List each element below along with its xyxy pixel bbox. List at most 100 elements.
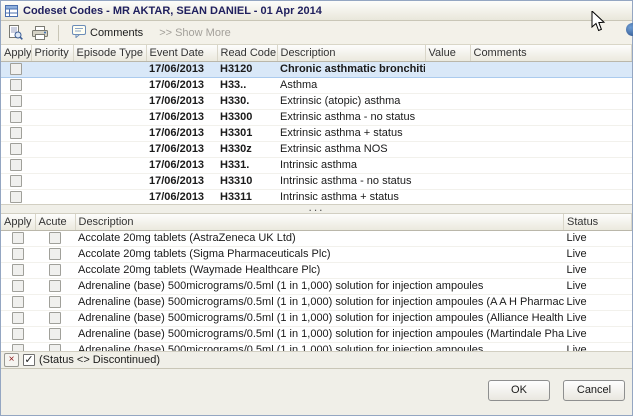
apply-checkbox[interactable] (12, 280, 24, 292)
codes-header-row: Apply Priority Episode Type Event Date R… (1, 45, 632, 61)
status-cell: Live (564, 230, 632, 246)
event-date-cell: 17/06/2013 (146, 77, 217, 93)
apply-checkbox[interactable] (12, 264, 24, 276)
table-row[interactable]: 17/06/2013 H3310 Intrinsic asthma - no s… (1, 173, 632, 189)
col-header-read-code[interactable]: Read Code (217, 45, 277, 61)
description-cell: Accolate 20mg tablets (Waymade Healthcar… (75, 262, 564, 278)
event-date-cell: 17/06/2013 (146, 141, 217, 157)
apply-checkbox[interactable] (10, 159, 22, 171)
table-row[interactable]: Accolate 20mg tablets (Sigma Pharmaceuti… (1, 246, 632, 262)
acute-checkbox[interactable] (49, 312, 61, 324)
splitter-handle[interactable]: ... (1, 205, 632, 214)
description-cell: Adrenaline (base) 500micrograms/0.5ml (1… (75, 278, 564, 294)
description-cell: Extrinsic asthma NOS (277, 141, 425, 157)
table-row[interactable]: Adrenaline (base) 500micrograms/0.5ml (1… (1, 342, 632, 352)
show-more-link[interactable]: >> Show More (159, 27, 231, 39)
comments-icon (72, 25, 86, 41)
apply-checkbox[interactable] (10, 191, 22, 203)
col-header-comments[interactable]: Comments (470, 45, 632, 61)
table-row[interactable]: 17/06/2013 H3301 Extrinsic asthma + stat… (1, 125, 632, 141)
apply-checkbox[interactable] (12, 232, 24, 244)
codes-grid: Apply Priority Episode Type Event Date R… (1, 45, 632, 205)
read-code-cell: H331. (217, 157, 277, 173)
table-row[interactable]: Adrenaline (base) 500micrograms/0.5ml (1… (1, 310, 632, 326)
event-date-cell: 17/06/2013 (146, 157, 217, 173)
apply-checkbox[interactable] (12, 328, 24, 340)
col-header-priority[interactable]: Priority (31, 45, 73, 61)
description-cell: Extrinsic asthma - no status (277, 109, 425, 125)
apply-checkbox[interactable] (12, 248, 24, 260)
title-bar: Codeset Codes - MR AKTAR, SEAN DANIEL - … (1, 1, 632, 21)
toolbar: Comments >> Show More (1, 21, 632, 45)
codeset-codes-dialog: Codeset Codes - MR AKTAR, SEAN DANIEL - … (0, 0, 633, 416)
preview-icon[interactable] (5, 23, 25, 42)
event-date-cell: 17/06/2013 (146, 109, 217, 125)
cancel-button[interactable]: Cancel (563, 380, 625, 401)
acute-checkbox[interactable] (49, 232, 61, 244)
description-cell: Adrenaline (base) 500micrograms/0.5ml (1… (75, 326, 564, 342)
description-cell: Accolate 20mg tablets (Sigma Pharmaceuti… (75, 246, 564, 262)
filter-checkbox[interactable]: ✓ (23, 354, 35, 366)
read-code-cell: H3300 (217, 109, 277, 125)
description-cell: Adrenaline (base) 500micrograms/0.5ml (1… (75, 342, 564, 352)
apply-checkbox[interactable] (10, 127, 22, 139)
table-row[interactable]: 17/06/2013 H330. Extrinsic (atopic) asth… (1, 93, 632, 109)
apply-checkbox[interactable] (12, 296, 24, 308)
apply-checkbox[interactable] (12, 344, 24, 352)
col-header-acute[interactable]: Acute (35, 214, 75, 230)
col-header-apply[interactable]: Apply (1, 214, 35, 230)
col-header-description[interactable]: Description (75, 214, 564, 230)
apply-checkbox[interactable] (10, 175, 22, 187)
col-header-value[interactable]: Value (425, 45, 470, 61)
acute-checkbox[interactable] (49, 296, 61, 308)
description-cell: Extrinsic (atopic) asthma (277, 93, 425, 109)
event-date-cell: 17/06/2013 (146, 173, 217, 189)
status-cell: Live (564, 342, 632, 352)
col-header-status[interactable]: Status (564, 214, 632, 230)
acute-checkbox[interactable] (49, 280, 61, 292)
apply-checkbox[interactable] (10, 95, 22, 107)
acute-checkbox[interactable] (49, 328, 61, 340)
read-code-cell: H330. (217, 93, 277, 109)
table-row[interactable]: 17/06/2013 H330z Extrinsic asthma NOS (1, 141, 632, 157)
apply-checkbox[interactable] (12, 312, 24, 324)
apply-checkbox[interactable] (10, 143, 22, 155)
event-date-cell: 17/06/2013 (146, 61, 217, 77)
acute-checkbox[interactable] (49, 344, 61, 352)
col-header-event-date[interactable]: Event Date (146, 45, 217, 61)
clear-filter-button[interactable]: × (4, 353, 19, 367)
read-code-cell: H3301 (217, 125, 277, 141)
table-row[interactable]: Adrenaline (base) 500micrograms/0.5ml (1… (1, 278, 632, 294)
table-row[interactable]: Adrenaline (base) 500micrograms/0.5ml (1… (1, 326, 632, 342)
event-date-cell: 17/06/2013 (146, 125, 217, 141)
print-icon[interactable] (30, 23, 50, 42)
table-row[interactable]: 17/06/2013 H33.. Asthma (1, 77, 632, 93)
table-row[interactable]: 17/06/2013 H331. Intrinsic asthma (1, 157, 632, 173)
table-row[interactable]: Accolate 20mg tablets (Waymade Healthcar… (1, 262, 632, 278)
apply-checkbox[interactable] (10, 111, 22, 123)
acute-checkbox[interactable] (49, 264, 61, 276)
event-date-cell: 17/06/2013 (146, 189, 217, 205)
status-cell: Live (564, 310, 632, 326)
comments-button[interactable]: Comments (67, 23, 148, 43)
col-header-apply[interactable]: Apply (1, 45, 31, 61)
table-row[interactable]: 17/06/2013 H3120 Chronic asthmatic bronc… (1, 61, 632, 77)
acute-checkbox[interactable] (49, 248, 61, 260)
table-row[interactable]: Adrenaline (base) 500micrograms/0.5ml (1… (1, 294, 632, 310)
col-header-description[interactable]: Description (277, 45, 425, 61)
description-cell: Intrinsic asthma (277, 157, 425, 173)
comments-label: Comments (90, 27, 143, 39)
table-row[interactable]: Accolate 20mg tablets (AstraZeneca UK Lt… (1, 230, 632, 246)
status-cell: Live (564, 294, 632, 310)
read-code-cell: H3310 (217, 173, 277, 189)
dialog-footer: OK Cancel (1, 369, 632, 415)
col-header-episode-type[interactable]: Episode Type (73, 45, 146, 61)
description-cell: Accolate 20mg tablets (AstraZeneca UK Lt… (75, 230, 564, 246)
read-code-cell: H3311 (217, 189, 277, 205)
status-cell: Live (564, 262, 632, 278)
ok-button[interactable]: OK (488, 380, 550, 401)
table-row[interactable]: 17/06/2013 H3300 Extrinsic asthma - no s… (1, 109, 632, 125)
read-code-cell: H3120 (217, 61, 277, 77)
apply-checkbox[interactable] (10, 79, 22, 91)
apply-checkbox[interactable] (10, 63, 22, 75)
